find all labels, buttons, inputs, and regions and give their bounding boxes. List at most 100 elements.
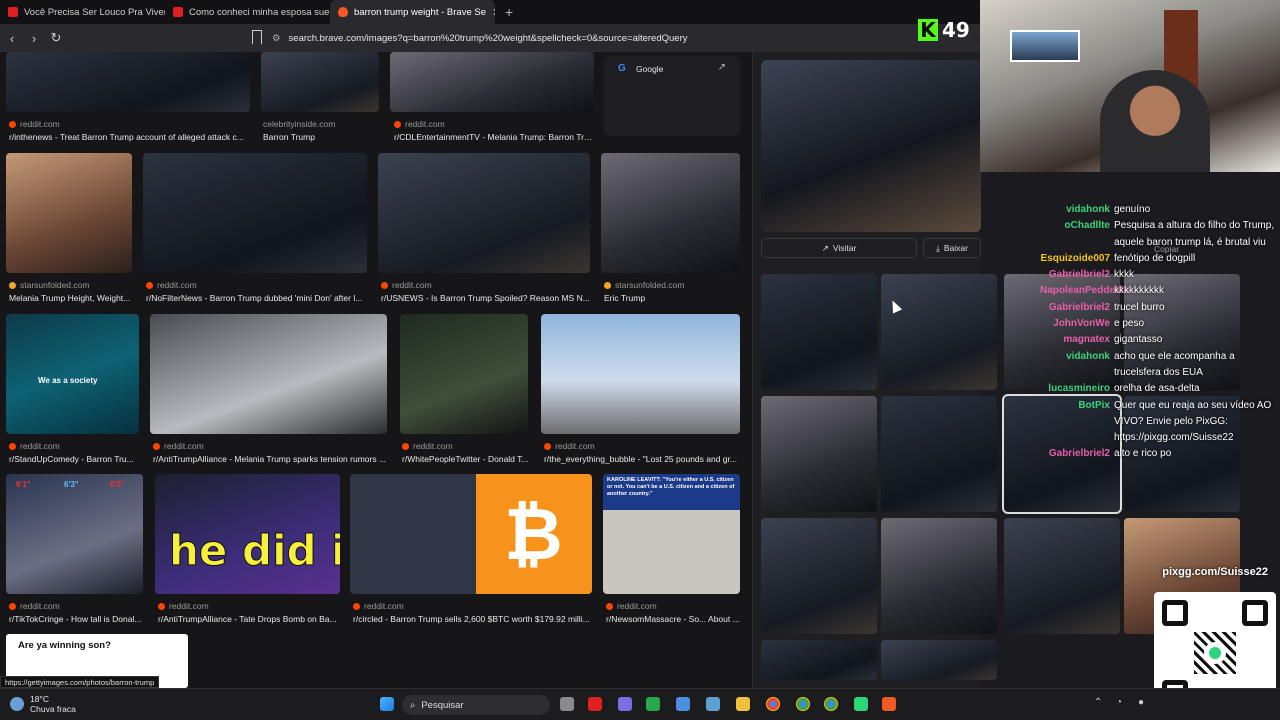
result-caption[interactable]: reddit.com r/NewsomMassacre - So... About… <box>606 601 742 624</box>
forward-icon[interactable]: › <box>24 31 44 46</box>
result-caption[interactable]: reddit.com r/circled - Barron Trump sells… <box>353 601 593 624</box>
result-title: r/AntiTrumpAlliance - Tate Drops Bomb on… <box>158 614 337 624</box>
result-caption[interactable]: reddit.com r/NoFilterNews - Barron Trump … <box>146 280 368 303</box>
qr-finder <box>1242 600 1268 626</box>
result-image[interactable]: We as a society <box>6 314 139 434</box>
result-caption[interactable]: reddit.com r/AntiTrumpAlliance - Tate Dro… <box>158 601 342 624</box>
chat-text: fenótipo de dogpill <box>1114 252 1196 264</box>
result-title: r/USNEWS - Is Barron Trump Spoiled? Reas… <box>381 293 590 303</box>
chat-text: kkkkkkkkkk <box>1114 285 1164 297</box>
related-image[interactable] <box>881 518 997 634</box>
result-image[interactable] <box>6 153 132 273</box>
result-image[interactable]: 6'1" 6'3" 6'5" <box>6 474 143 594</box>
microphone-icon[interactable]: ● <box>1138 697 1144 708</box>
result-source: reddit.com <box>392 280 432 290</box>
xbox-icon[interactable] <box>646 697 660 711</box>
task-view-icon[interactable] <box>560 697 574 711</box>
vpn-icon[interactable] <box>618 697 632 711</box>
result-image[interactable] <box>390 52 594 112</box>
result-image[interactable]: ₿ <box>350 474 592 594</box>
obs-icon[interactable] <box>854 697 868 711</box>
chat-text: kkkk <box>1114 269 1134 281</box>
result-caption[interactable]: reddit.com r/USNEWS - Is Barron Trump Spo… <box>381 280 591 303</box>
result-image[interactable] <box>261 52 379 112</box>
visit-label: Visitar <box>832 243 857 253</box>
share-icon[interactable]: ↗ <box>718 62 726 73</box>
weather-widget[interactable]: 18°C Chuva fraca <box>10 694 76 714</box>
network-icon[interactable]: ◔ <box>1116 697 1122 708</box>
tray-chevron-icon[interactable]: ⌃ <box>1094 697 1102 708</box>
result-image[interactable] <box>400 314 528 434</box>
result-caption[interactable]: celebrityinside.com Barron Trump <box>263 119 383 142</box>
result-caption[interactable]: reddit.com r/CDLEntertainmentTV - Melania… <box>394 119 594 142</box>
result-caption[interactable]: reddit.com r/inthenews - Treat Barron Tru… <box>9 119 249 142</box>
result-image[interactable] <box>601 153 740 273</box>
result-image[interactable] <box>541 314 740 434</box>
chrome-icon[interactable] <box>766 697 780 711</box>
chat-overlay: vidahonk genuíno oChadllte Pesquisa a altur… <box>1040 202 1280 463</box>
chat-text: Quer que eu reaja ao seu vídeo AO VIVO? … <box>1114 399 1272 444</box>
google-icon: G <box>618 63 626 74</box>
result-caption[interactable]: reddit.com r/StandUpComedy - Barron Tru..… <box>9 441 141 464</box>
chrome-profile-icon[interactable] <box>796 697 810 711</box>
address-bar[interactable]: ⚙ search.brave.com/images?q=barron%20tru… <box>272 28 972 48</box>
bookmark-icon[interactable] <box>252 30 262 44</box>
file-explorer-icon[interactable] <box>736 697 750 711</box>
result-caption[interactable]: starsunfolded.com Melania Trump Height, W… <box>9 280 134 303</box>
chat-username: Gabrielbriel2 <box>1048 269 1110 281</box>
related-image[interactable] <box>761 274 877 390</box>
result-image[interactable]: KAROLINE LEAVITT: "You're either a U.S. … <box>603 474 740 594</box>
download-icon: ⤓ <box>936 242 940 253</box>
visit-button[interactable]: ↗ Visitar <box>761 238 917 258</box>
related-image[interactable] <box>761 640 877 680</box>
related-image[interactable] <box>761 396 877 512</box>
result-image[interactable] <box>378 153 590 273</box>
windows-start-icon[interactable] <box>380 697 394 711</box>
related-image[interactable] <box>761 518 877 634</box>
height-tag: 6'3" <box>64 480 79 489</box>
chat-username: BotPix <box>1078 399 1110 411</box>
youtube-app-icon[interactable] <box>588 697 602 711</box>
google-result-card[interactable]: G Google ↗ <box>604 56 740 136</box>
related-image[interactable] <box>881 396 997 512</box>
new-tab-button[interactable]: + <box>495 4 523 20</box>
result-caption[interactable]: reddit.com r/the_everything_bubble - "Los… <box>544 441 742 464</box>
download-button[interactable]: ⤓ Baixar <box>923 238 981 258</box>
result-title: r/CDLEntertainmentTV - Melania Trump: Ba… <box>394 132 594 142</box>
calculator-icon[interactable] <box>676 697 690 711</box>
chat-message: JohnVonWe e peso <box>1040 316 1280 332</box>
store-icon[interactable] <box>706 697 720 711</box>
chrome-profile-icon[interactable] <box>824 697 838 711</box>
result-caption[interactable]: reddit.com r/AntiTrumpAlliance - Melania … <box>153 441 389 464</box>
result-caption[interactable]: reddit.com r/WhitePeopleTwitter - Donald … <box>402 441 530 464</box>
taskbar-search[interactable]: ⌕ Pesquisar <box>402 695 550 715</box>
preview-image[interactable] <box>761 60 981 232</box>
site-settings-icon[interactable]: ⚙ <box>272 33 281 44</box>
tab-label: Como conheci minha esposa suecal <box>189 6 330 18</box>
related-image[interactable] <box>881 274 997 390</box>
brave-icon[interactable] <box>882 697 896 711</box>
tab-video-2[interactable]: Como conheci minha esposa suecal <box>165 0 330 24</box>
result-caption[interactable]: starsunfolded.com Eric Trump <box>604 280 740 303</box>
result-title: r/WhitePeopleTwitter - Donald T... <box>402 454 529 464</box>
reddit-icon <box>353 602 360 610</box>
back-icon[interactable]: ‹ <box>2 31 22 46</box>
chat-username: oChadllte <box>1064 220 1110 232</box>
reddit-icon <box>158 602 165 610</box>
result-title: Barron Trump <box>263 132 315 142</box>
related-image[interactable] <box>1004 518 1120 634</box>
result-image[interactable] <box>150 314 387 434</box>
result-image[interactable] <box>143 153 367 273</box>
related-image[interactable] <box>881 640 997 680</box>
reload-icon[interactable]: ↻ <box>46 30 66 46</box>
chat-message: vidahonk acho que ele acompanha a trucels… <box>1040 349 1280 382</box>
result-image[interactable] <box>6 52 250 112</box>
result-image[interactable]: he did it <box>155 474 340 594</box>
wall-painting <box>1010 30 1080 62</box>
chat-text: gigantasso <box>1114 334 1163 346</box>
result-caption[interactable]: reddit.com r/TikTokCringe - How tall is D… <box>9 601 144 624</box>
streamer-webcam <box>980 0 1280 172</box>
tab-brave-search[interactable]: barron trump weight - Brave Se ✕ <box>330 0 495 24</box>
result-source: reddit.com <box>164 441 204 451</box>
tab-video-1[interactable]: Você Precisa Ser Louco Pra Viver Ne <box>0 0 165 24</box>
